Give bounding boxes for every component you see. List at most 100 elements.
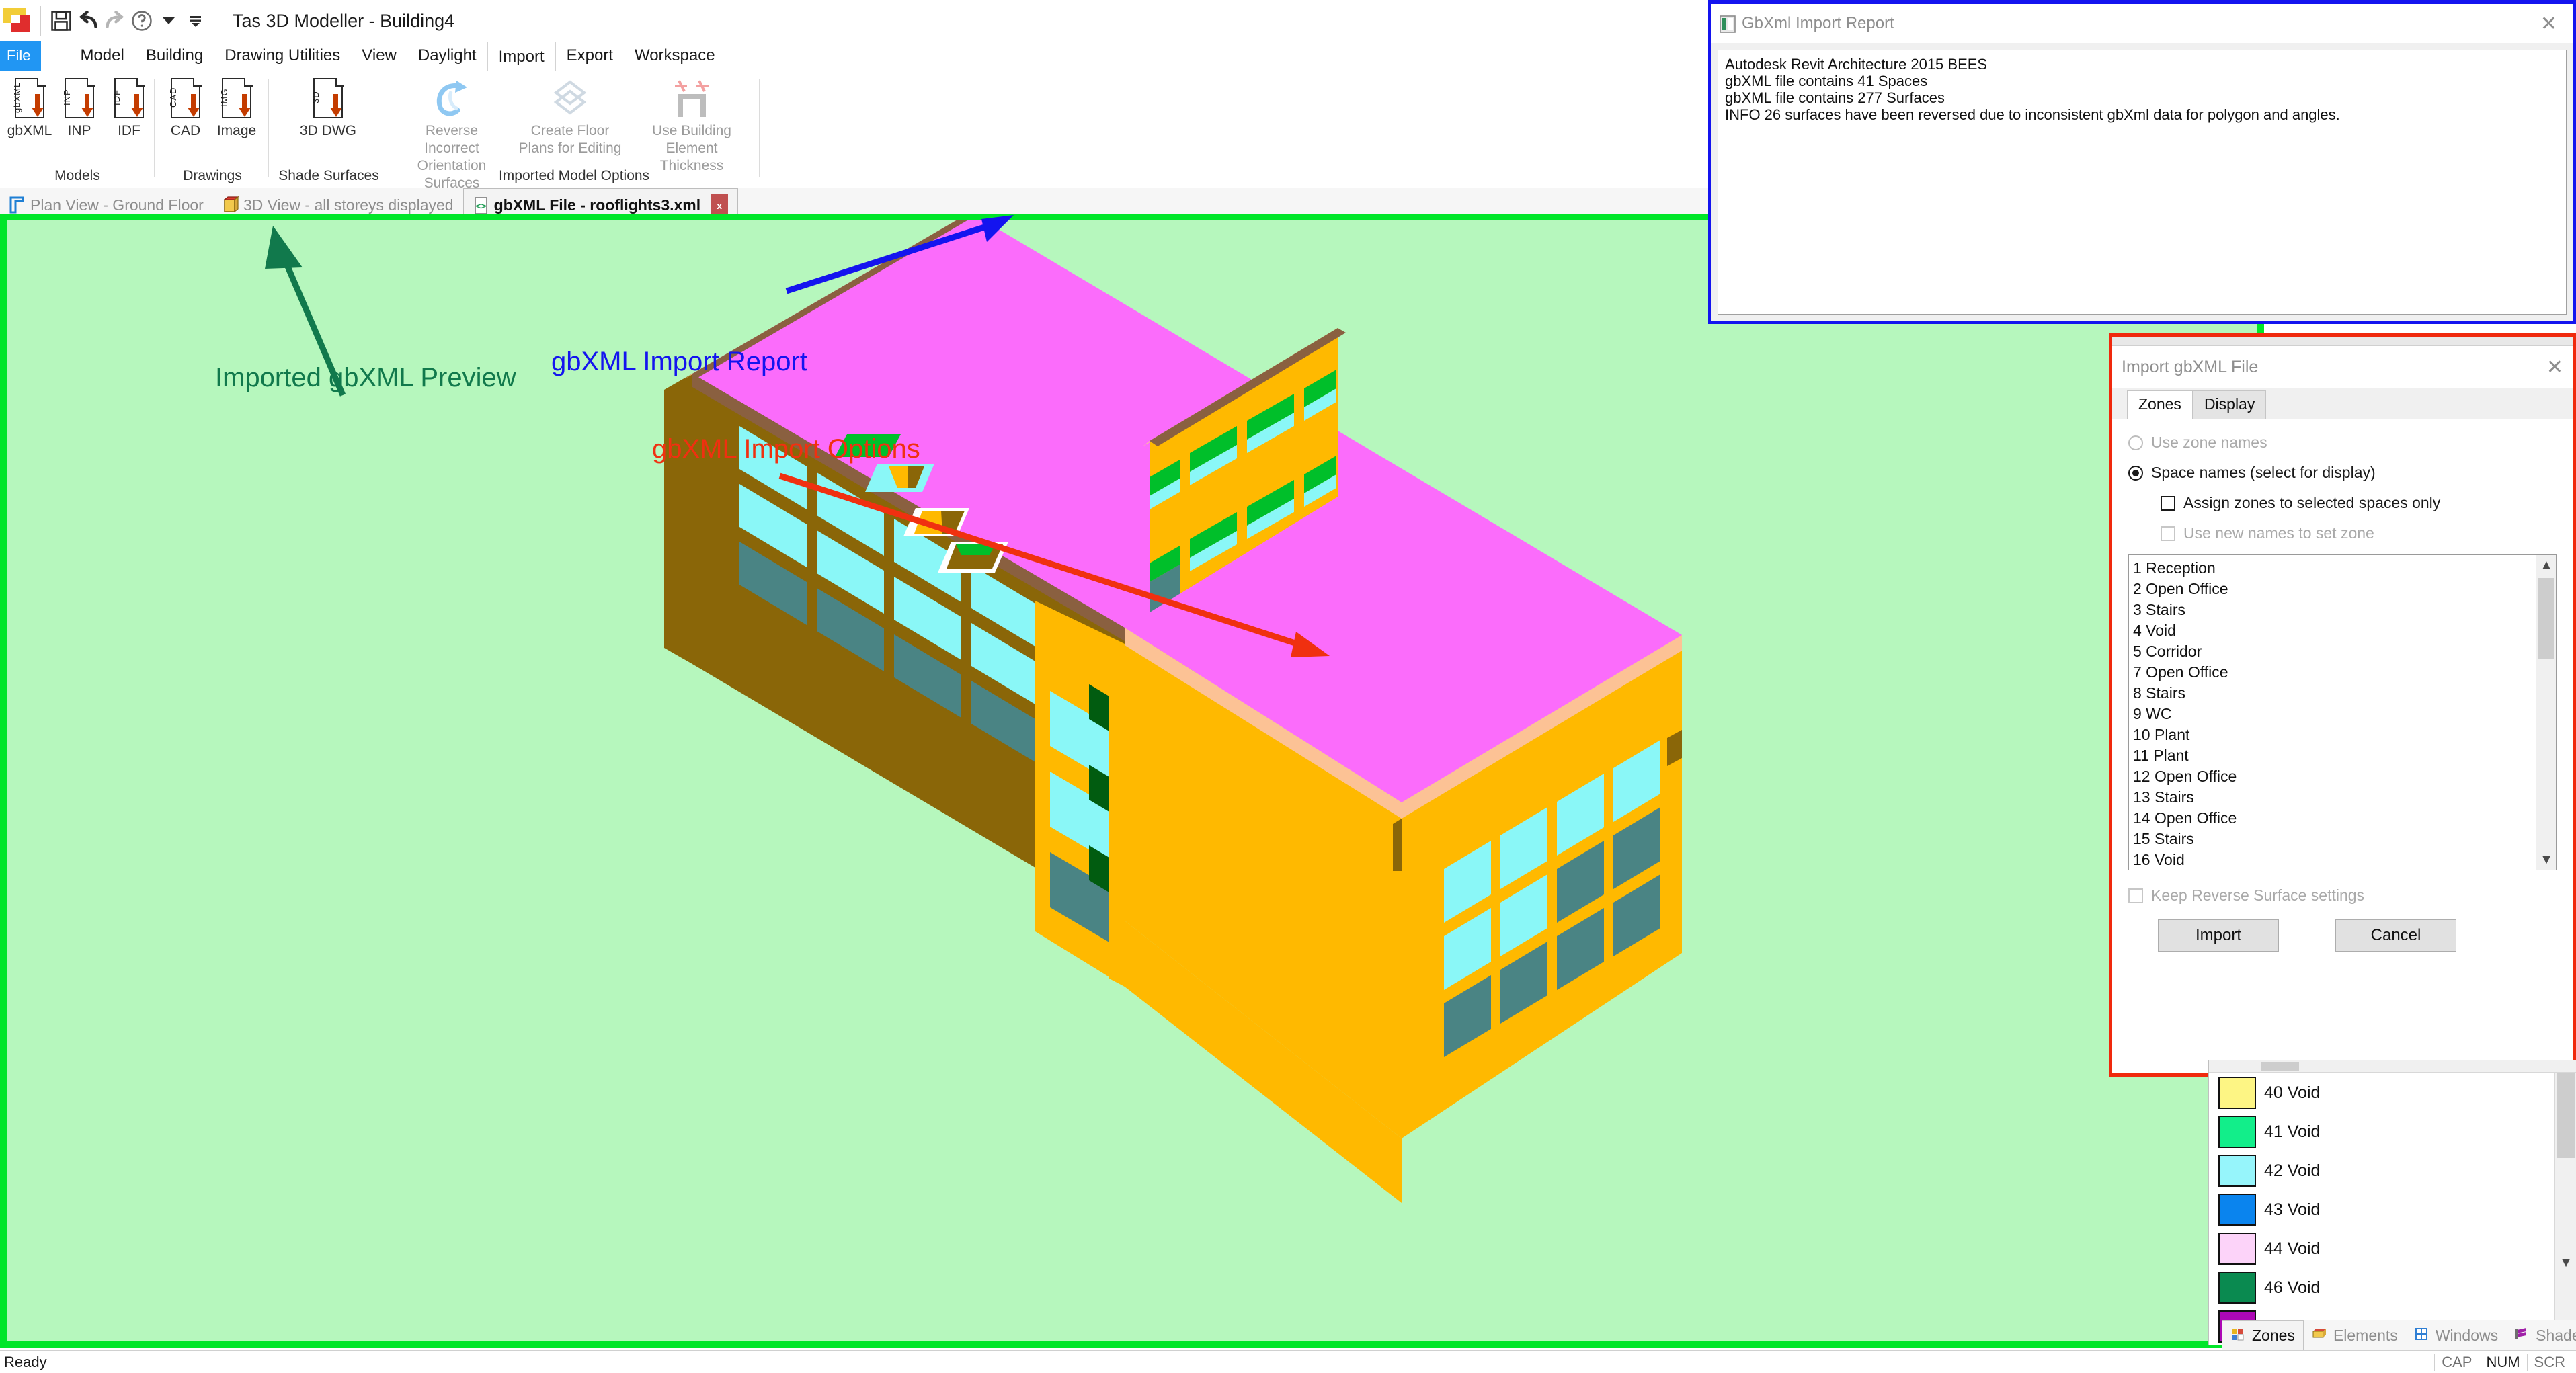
- zone-list-items[interactable]: 1 Reception 2 Open Office 3 Stairs 4 Voi…: [2129, 555, 2536, 870]
- zone-list-item[interactable]: 16 Void: [2133, 849, 2536, 870]
- legend-vertical-scrollbar[interactable]: ▼: [2554, 1073, 2576, 1345]
- annotation-import-options: gbXML Import Options: [652, 434, 920, 464]
- tab-zones[interactable]: Zones: [2127, 390, 2193, 419]
- zone-list-item[interactable]: 11 Plant: [2133, 745, 2536, 766]
- ribbon-button-import-image[interactable]: IMG Image: [207, 78, 266, 140]
- dialog-button-row: Import Cancel: [2128, 919, 2557, 952]
- legend-row[interactable]: 41 Void: [2216, 1112, 2555, 1151]
- bottom-tab-elements[interactable]: Elements: [2304, 1320, 2406, 1351]
- divider: [40, 6, 41, 36]
- ribbon-group-label-imported-model-options: Imported Model Options: [498, 168, 650, 183]
- status-indicator-num: NUM: [2479, 1353, 2526, 1371]
- ribbon-tab-import[interactable]: Import: [487, 42, 556, 71]
- chevron-up-icon[interactable]: ▲: [2536, 555, 2557, 575]
- zone-list-item[interactable]: 1 Reception: [2133, 558, 2536, 579]
- radio-space-names[interactable]: [2128, 465, 2143, 481]
- report-text-area[interactable]: Autodesk Revit Architecture 2015 BEES gb…: [1718, 50, 2567, 315]
- report-title-bar: GbXml Import Report ✕: [1711, 4, 2573, 43]
- minimize-ribbon-icon[interactable]: [182, 6, 209, 36]
- scrollbar-thumb[interactable]: [2261, 1062, 2299, 1071]
- close-icon[interactable]: ✕: [2532, 12, 2565, 36]
- import-3d-dwg-icon: 3D: [309, 78, 347, 120]
- zone-legend-panel[interactable]: 40 Void 41 Void 42 Void 43 Void 44 Void …: [2208, 1060, 2576, 1345]
- ribbon-tab-file[interactable]: File: [0, 41, 42, 71]
- zone-list[interactable]: 1 Reception 2 Open Office 3 Stairs 4 Voi…: [2128, 554, 2557, 870]
- legend-row[interactable]: 46 Void: [2216, 1268, 2555, 1307]
- ribbon-button-import-3d-dwg[interactable]: 3D 3D DWG: [298, 78, 358, 140]
- ribbon-tab-view[interactable]: View: [351, 41, 407, 71]
- help-icon[interactable]: [128, 6, 155, 36]
- close-icon[interactable]: ✕: [2546, 356, 2563, 379]
- legend-list[interactable]: 40 Void 41 Void 42 Void 43 Void 44 Void …: [2216, 1073, 2555, 1345]
- checkbox-use-new-names[interactable]: [2161, 526, 2175, 541]
- redo-icon[interactable]: [102, 6, 128, 36]
- chevron-down-icon[interactable]: [155, 6, 182, 36]
- chevron-down-icon[interactable]: ▼: [2555, 1253, 2576, 1273]
- zone-list-item[interactable]: 5 Corridor: [2133, 641, 2536, 662]
- legend-row[interactable]: 43 Void: [2216, 1190, 2555, 1229]
- option-use-new-names[interactable]: Use new names to set zone: [2161, 524, 2557, 542]
- annotation-arrow-blue: [785, 215, 1014, 294]
- status-message: Ready: [4, 1353, 47, 1370]
- zone-list-item[interactable]: 8 Stairs: [2133, 683, 2536, 704]
- zone-list-item[interactable]: 12 Open Office: [2133, 766, 2536, 787]
- undo-icon[interactable]: [75, 6, 102, 36]
- bottom-tab-windows[interactable]: Windows: [2406, 1320, 2506, 1351]
- zone-name: 41 Void: [2264, 1122, 2321, 1141]
- ribbon-button-building-element-thickness[interactable]: Use Building Element Thickness: [635, 78, 749, 175]
- annotation-import-report: gbXML Import Report: [551, 347, 807, 376]
- svg-text:<>: <>: [475, 202, 486, 212]
- ribbon-tab-drawing-utilities[interactable]: Drawing Utilities: [214, 41, 351, 71]
- zone-list-item[interactable]: 10 Plant: [2133, 724, 2536, 745]
- ribbon-tab-daylight[interactable]: Daylight: [407, 41, 487, 71]
- ribbon-button-create-floor-plans[interactable]: Create Floor Plans for Editing: [516, 78, 624, 157]
- legend-row[interactable]: 44 Void: [2216, 1229, 2555, 1268]
- cancel-button[interactable]: Cancel: [2335, 919, 2456, 952]
- ribbon-tab-export[interactable]: Export: [556, 41, 624, 71]
- option-space-names[interactable]: Space names (select for display): [2128, 464, 2557, 482]
- zone-list-item[interactable]: 2 Open Office: [2133, 579, 2536, 599]
- ribbon-button-label: Create Floor Plans for Editing: [518, 123, 622, 156]
- ribbon-tab-workspace[interactable]: Workspace: [624, 41, 726, 71]
- zone-list-scrollbar[interactable]: ▲ ▼: [2536, 555, 2556, 870]
- scrollbar-thumb[interactable]: [2557, 1073, 2575, 1158]
- checkbox-keep-reverse-surface[interactable]: [2128, 888, 2143, 903]
- ribbon-button-label: CAD: [170, 123, 201, 138]
- zone-list-item[interactable]: 14 Open Office: [2133, 808, 2536, 829]
- gbxml-import-report-window[interactable]: GbXml Import Report ✕ Autodesk Revit Arc…: [1708, 0, 2576, 324]
- dialog-title-row: Import gbXML File ✕: [2112, 346, 2573, 388]
- checkbox-assign-zones-selected[interactable]: [2161, 495, 2175, 511]
- legend-row[interactable]: 40 Void: [2216, 1073, 2555, 1112]
- ribbon-tab-building[interactable]: Building: [135, 41, 214, 71]
- zone-list-item[interactable]: 15 Stairs: [2133, 829, 2536, 849]
- zone-list-item[interactable]: 3 Stairs: [2133, 599, 2536, 620]
- option-keep-reverse-surface[interactable]: Keep Reverse Surface settings: [2128, 886, 2557, 905]
- ribbon-button-import-cad[interactable]: CAD CAD: [156, 78, 215, 140]
- zone-list-item[interactable]: 9 WC: [2133, 704, 2536, 724]
- ribbon-tab-model[interactable]: Model: [69, 41, 134, 71]
- zone-list-item[interactable]: 13 Stairs: [2133, 787, 2536, 808]
- window-title: Tas 3D Modeller - Building4: [233, 10, 455, 31]
- save-icon[interactable]: [48, 6, 75, 36]
- ribbon-group-label-models: Models: [54, 168, 100, 183]
- scrollbar-thumb[interactable]: [2538, 578, 2554, 659]
- ribbon-group-label-shade-surfaces: Shade Surfaces: [278, 168, 379, 183]
- option-assign-zones-selected[interactable]: Assign zones to selected spaces only: [2161, 494, 2557, 512]
- zone-list-item[interactable]: 4 Void: [2133, 620, 2536, 641]
- option-use-zone-names[interactable]: Use zone names: [2128, 433, 2557, 452]
- import-gbxml-dialog[interactable]: Import gbXML File ✕ Zones Display Use zo…: [2109, 333, 2576, 1077]
- option-label: Use zone names: [2151, 433, 2267, 451]
- bottom-tab-zones[interactable]: Zones: [2222, 1320, 2304, 1351]
- zones-icon: [2230, 1327, 2247, 1345]
- tab-display[interactable]: Display: [2192, 390, 2267, 419]
- import-button[interactable]: Import: [2158, 919, 2279, 952]
- legend-horizontal-scrollbar[interactable]: [2209, 1060, 2576, 1073]
- gbxml-preview-panel[interactable]: Imported gbXML Preview gbXML Import Repo…: [0, 214, 2264, 1348]
- radio-use-zone-names[interactable]: [2128, 435, 2143, 450]
- chevron-down-icon[interactable]: ▼: [2536, 849, 2557, 870]
- zone-list-item[interactable]: 7 Open Office: [2133, 662, 2536, 683]
- import-image-icon: IMG: [218, 78, 255, 120]
- bottom-tab-shades[interactable]: Shades: [2506, 1320, 2576, 1351]
- ribbon-button-import-idf[interactable]: IDF IDF: [99, 78, 159, 140]
- legend-row[interactable]: 42 Void: [2216, 1151, 2555, 1190]
